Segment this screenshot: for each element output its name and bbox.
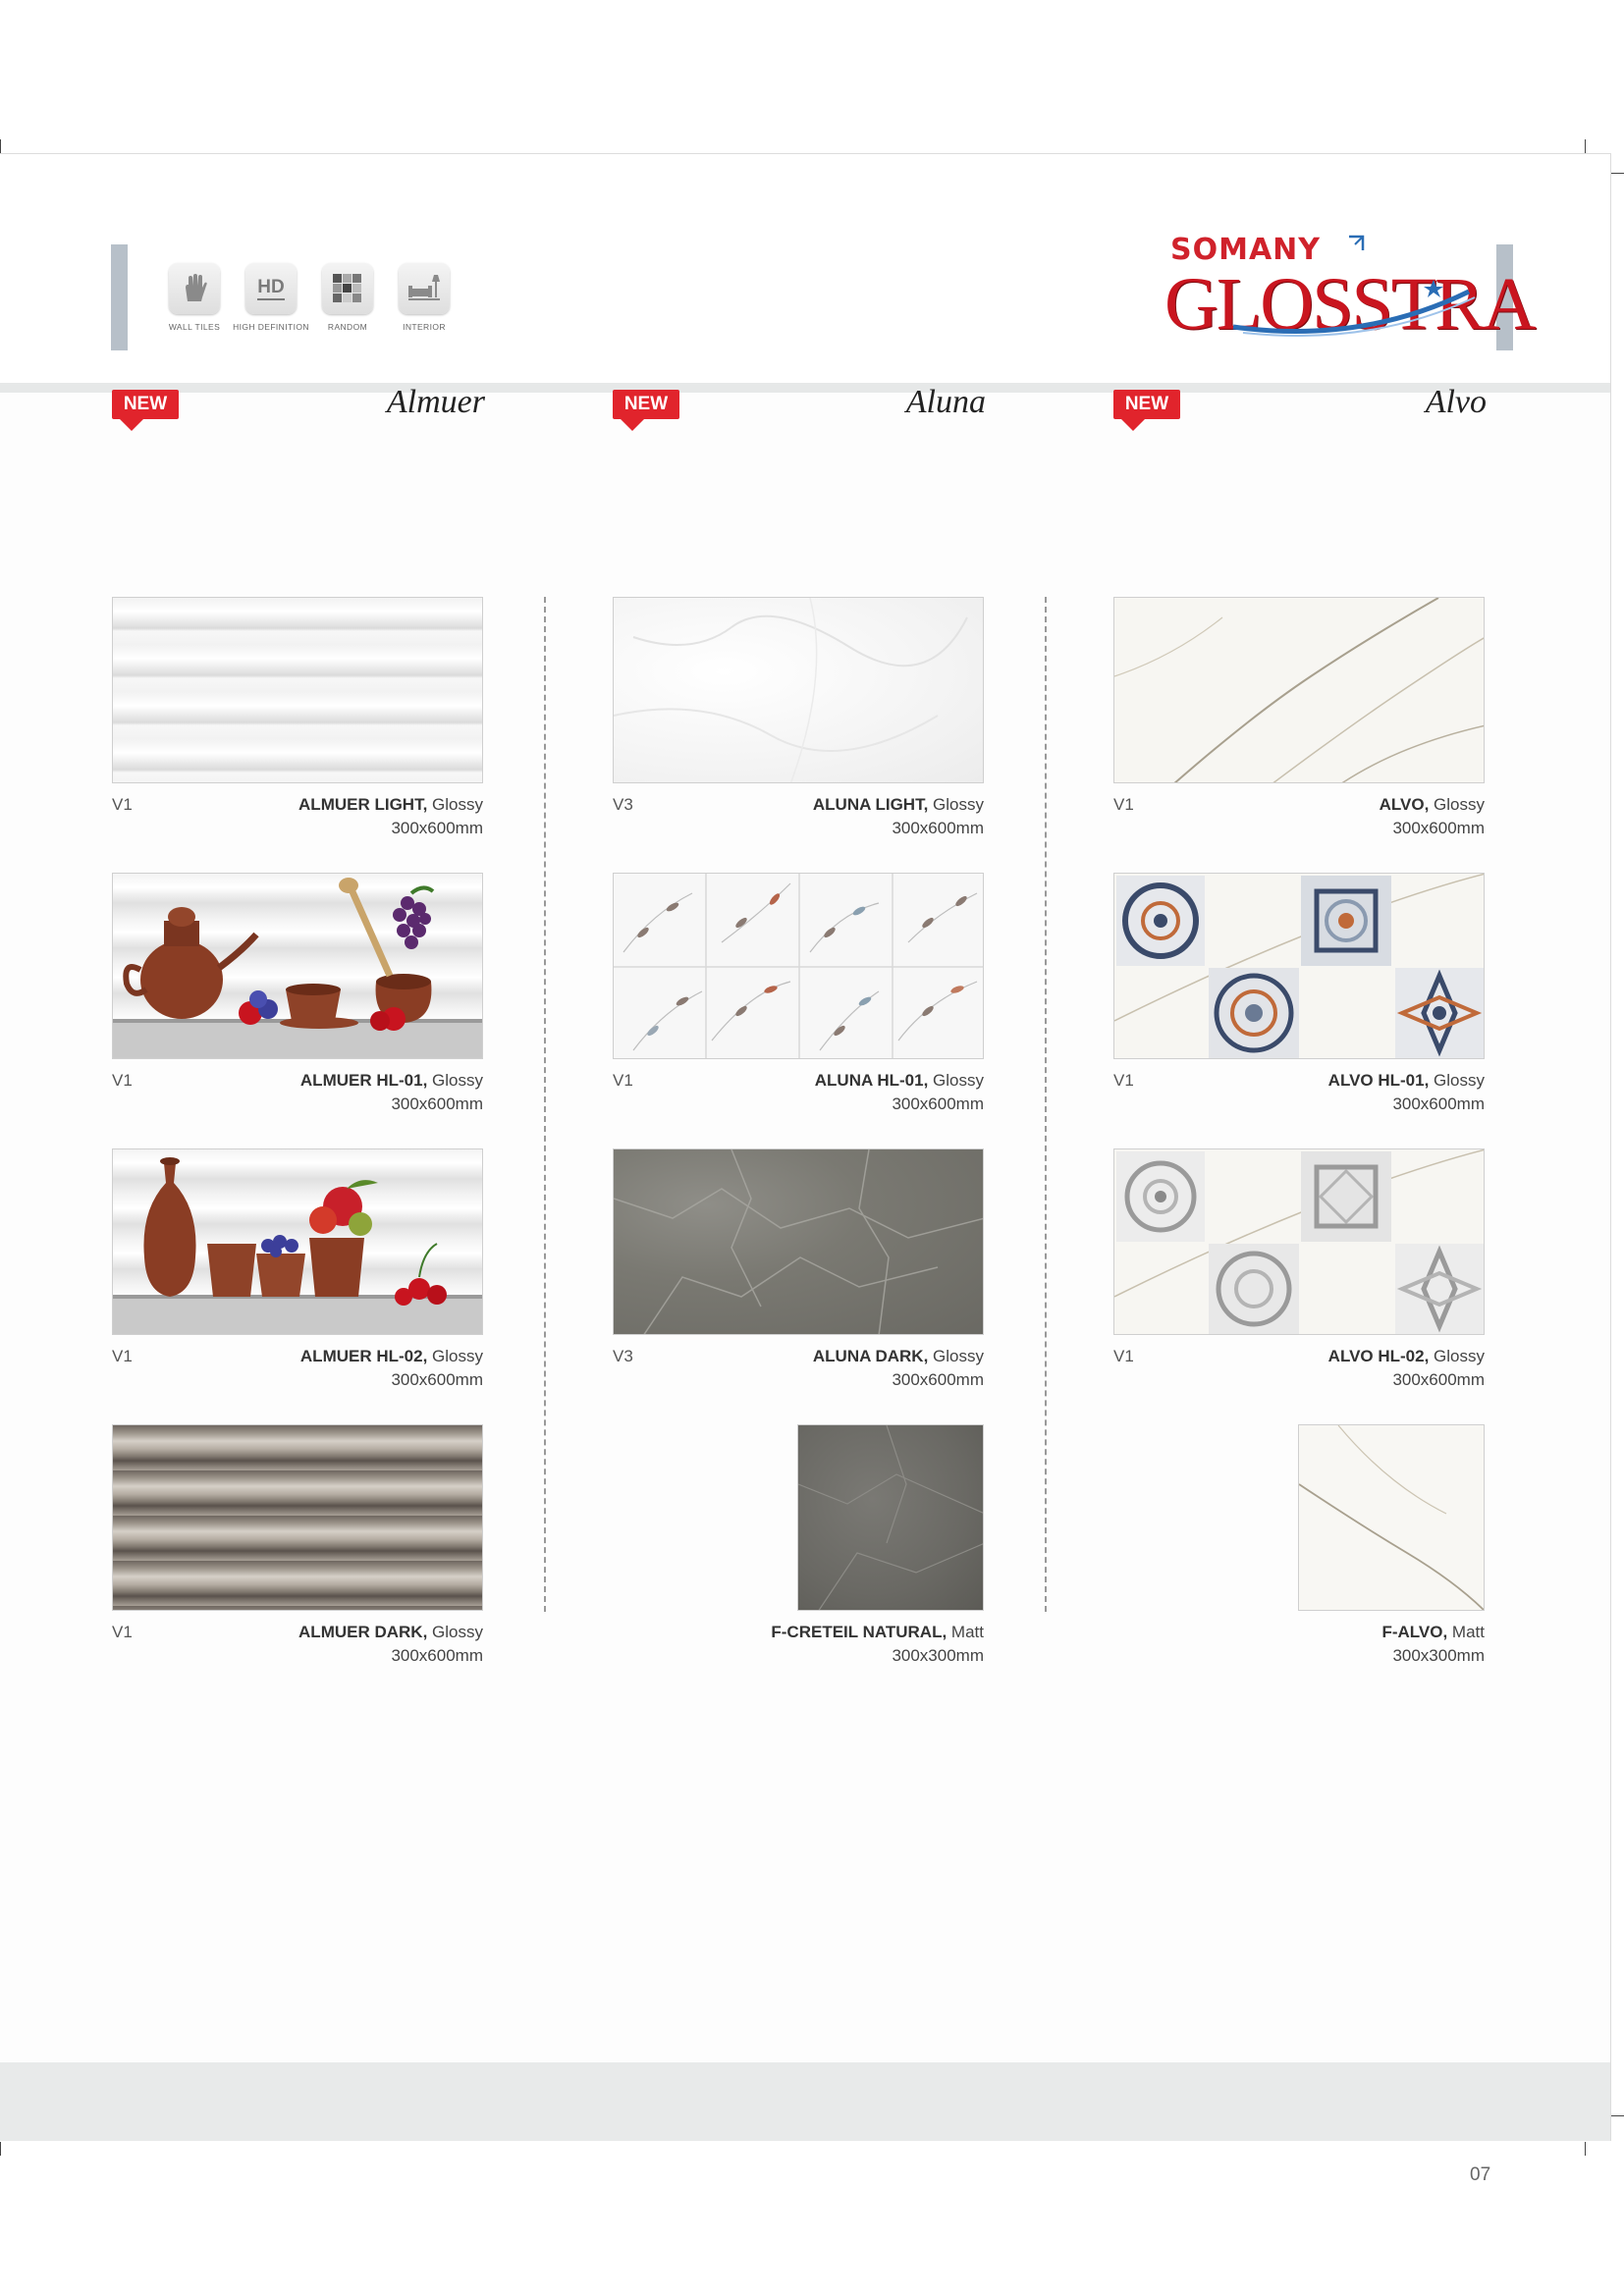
product-size: 300x600mm [391,1646,483,1665]
hd-icon-text: HD [257,277,285,300]
patchwork-motif-pattern [1114,874,1484,1058]
product-size: 300x300mm [892,1646,984,1665]
hd-icon: HD [245,263,297,314]
tile-alvo-hl02[interactable] [1113,1148,1485,1335]
product-size: 300x600mm [391,1095,483,1113]
random-grid-icon [322,263,373,314]
collection-title: Almuer [386,384,485,420]
feature-interior: INTERIOR [386,263,462,332]
page-header: WALL TILES HD HIGH DEFINITION RANDOM INT… [0,154,1610,384]
feature-label: INTERIOR [403,322,446,332]
crop-mark [1585,139,1586,153]
product-name: ALVO, Glossy [1379,795,1485,814]
crop-mark [1610,173,1624,174]
product-name: ALUNA HL-01, Glossy [814,1071,984,1090]
collection-header-aluna: NEW Aluna [613,384,986,433]
crop-mark [0,2142,1,2156]
product-name: ALMUER HL-01, Glossy [299,1071,483,1090]
tile-creteil-natural[interactable] [797,1424,984,1611]
tile-alvo-hl01[interactable] [1113,873,1485,1059]
hand-icon [169,263,220,314]
new-badge: NEW [112,390,179,431]
product-name: ALMUER LIGHT, Glossy [298,795,483,814]
tile-aluna-hl01[interactable] [613,873,984,1059]
interior-icon [399,263,450,314]
feature-label: HIGH DEFINITION [233,322,309,332]
feature-label: WALL TILES [168,322,221,332]
vase-fruit-decor-illustration [113,1157,482,1334]
product-name: ALMUER HL-02, Glossy [299,1347,483,1365]
logo-corner-mark [1349,235,1365,250]
collection-header-almuer: NEW Almuer [112,384,485,433]
product-name: ALVO HL-02, Glossy [1327,1347,1485,1365]
new-badge: NEW [1113,390,1180,431]
collection-title: Alvo [1425,384,1487,420]
column-divider [544,597,546,1612]
logo-swoosh [1232,280,1476,337]
stone-veins [614,1149,983,1334]
pottery-decor-illustration [113,878,482,1058]
marble-veins [614,598,968,782]
feature-high-definition: HD HIGH DEFINITION [233,263,309,332]
feature-label: RANDOM [327,322,368,332]
feature-wall-tiles: WALL TILES [156,263,233,332]
product-name: ALUNA LIGHT, Glossy [812,795,984,814]
product-name: F-CRETEIL NATURAL, Matt [771,1623,984,1641]
product-size: 300x300mm [1392,1646,1485,1665]
page-footer-band [0,2062,1610,2141]
feature-random: RANDOM [309,263,386,332]
crop-mark [1585,2142,1586,2156]
tile-aluna-dark[interactable] [613,1148,984,1335]
product-size: 300x600mm [1392,819,1485,837]
product-size: 300x600mm [1392,1095,1485,1113]
tile-f-alvo[interactable] [1298,1424,1485,1611]
crop-mark [1610,2115,1624,2116]
product-name: F-ALVO, Matt [1381,1623,1485,1641]
catalog-page: WALL TILES HD HIGH DEFINITION RANDOM INT… [0,153,1611,2185]
tile-almuer-hl01[interactable] [112,873,483,1059]
tile-aluna-light[interactable] [613,597,984,783]
collection-header-alvo: NEW Alvo [1113,384,1487,433]
patchwork-motif-pattern [1114,1149,1484,1334]
tile-almuer-hl02[interactable] [112,1148,483,1335]
marble-veins [1114,598,1484,782]
product-size: 300x600mm [391,819,483,837]
leaf-pattern [614,874,983,1058]
product-name: ALVO HL-01, Glossy [1327,1071,1485,1090]
product-size: 300x600mm [1392,1370,1485,1389]
tile-almuer-light[interactable] [112,597,483,783]
page-number: 07 [1470,2164,1491,2185]
product-name: ALUNA DARK, Glossy [812,1347,984,1365]
product-size: 300x600mm [391,1370,483,1389]
product-size: 300x600mm [892,1370,984,1389]
stone-veins [798,1425,983,1610]
tile-alvo[interactable] [1113,597,1485,783]
product-size: 300x600mm [892,1095,984,1113]
product-size: 300x600mm [892,819,984,837]
somany-glosstra-logo: SOMANY GLOSSTRA [1164,233,1537,350]
crop-mark [0,139,1,153]
product-name: ALMUER DARK, Glossy [298,1623,483,1641]
new-badge: NEW [613,390,679,431]
marble-veins [1299,1425,1484,1610]
collection-title: Aluna [905,384,986,420]
tile-almuer-dark[interactable] [112,1424,483,1611]
column-divider [1045,597,1047,1612]
header-accent-bar-left [111,244,128,350]
